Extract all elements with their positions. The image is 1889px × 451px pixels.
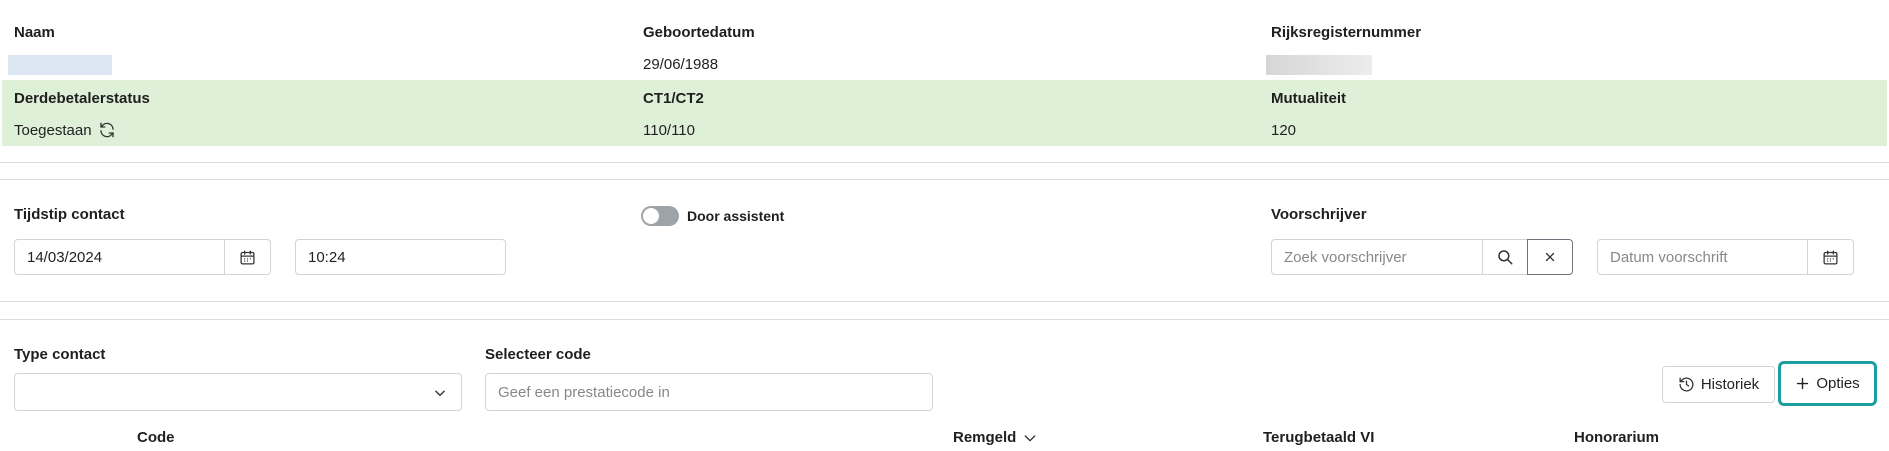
- clear-voorschrijver-button[interactable]: [1527, 239, 1573, 275]
- column-header-honorarium[interactable]: Honorarium: [1574, 429, 1659, 446]
- naam-value-redacted: [8, 55, 112, 75]
- divider: [0, 319, 1889, 320]
- column-header-remgeld[interactable]: Remgeld: [953, 429, 1038, 446]
- geboortedatum-value: 29/06/1988: [643, 56, 719, 73]
- contact-time-value: 10:24: [308, 249, 346, 266]
- contact-date-value: 14/03/2024: [27, 249, 103, 266]
- divider: [0, 179, 1889, 180]
- datum-voorschrift-placeholder: Datum voorschrift: [1610, 249, 1728, 266]
- chevron-down-icon: [1022, 430, 1038, 446]
- rijksregister-label: Rijksregisternummer: [1271, 24, 1422, 41]
- remgeld-label: Remgeld: [953, 429, 1017, 446]
- type-contact-label: Type contact: [14, 346, 106, 363]
- insurance-status-band: [2, 80, 1887, 146]
- history-icon: [1678, 376, 1695, 393]
- opties-label: Opties: [1816, 375, 1860, 392]
- ct-label: CT1/CT2: [643, 90, 704, 107]
- selecteer-code-label: Selecteer code: [485, 346, 591, 363]
- date-picker-button[interactable]: [224, 240, 270, 274]
- divider: [0, 162, 1889, 163]
- voorschrijver-placeholder: Zoek voorschrijver: [1284, 249, 1407, 266]
- plus-icon: [1795, 376, 1810, 391]
- tijdstip-contact-label: Tijdstip contact: [14, 206, 125, 223]
- voorschrijver-search-button[interactable]: [1482, 240, 1527, 274]
- column-header-code[interactable]: Code: [137, 429, 175, 446]
- derdebetaler-label: Derdebetalerstatus: [14, 90, 150, 107]
- voorschrijver-label: Voorschrijver: [1271, 206, 1367, 223]
- chevron-down-icon: [433, 386, 447, 400]
- prestatiecode-input[interactable]: Geef een prestatiecode in: [485, 373, 933, 411]
- historiek-button[interactable]: Historiek: [1662, 366, 1775, 403]
- opties-button[interactable]: Opties: [1778, 361, 1877, 406]
- derdebetaler-value: Toegestaan: [14, 121, 92, 139]
- column-header-terugbetaald[interactable]: Terugbetaald VI: [1263, 429, 1374, 446]
- voorschrijver-search-input[interactable]: Zoek voorschrijver: [1271, 239, 1528, 275]
- calendar-icon: [239, 249, 256, 266]
- door-assistent-label: Door assistent: [687, 208, 785, 224]
- historiek-label: Historiek: [1700, 376, 1760, 393]
- naam-label: Naam: [14, 24, 55, 41]
- prestatiecode-placeholder: Geef een prestatiecode in: [498, 384, 670, 401]
- type-contact-select[interactable]: [14, 373, 462, 411]
- close-icon: [1543, 250, 1557, 264]
- calendar-icon: [1822, 249, 1839, 266]
- derdebetaler-status: Toegestaan: [14, 121, 116, 139]
- datum-voorschrift-field[interactable]: Datum voorschrift: [1597, 239, 1854, 275]
- divider: [0, 301, 1889, 302]
- mutualiteit-label: Mutualiteit: [1271, 90, 1346, 107]
- mutualiteit-value: 120: [1271, 122, 1297, 139]
- contact-time-field[interactable]: 10:24: [295, 239, 506, 275]
- contact-date-field[interactable]: 14/03/2024: [14, 239, 271, 275]
- ct-value: 110/110: [643, 122, 695, 139]
- geboortedatum-label: Geboortedatum: [643, 24, 755, 41]
- datum-voorschrift-picker-button[interactable]: [1807, 240, 1853, 274]
- rijksregister-value-redacted: [1266, 55, 1372, 75]
- door-assistent-toggle[interactable]: [641, 206, 679, 226]
- toggle-knob: [643, 208, 659, 224]
- search-icon: [1496, 248, 1514, 266]
- refresh-icon[interactable]: [98, 121, 116, 139]
